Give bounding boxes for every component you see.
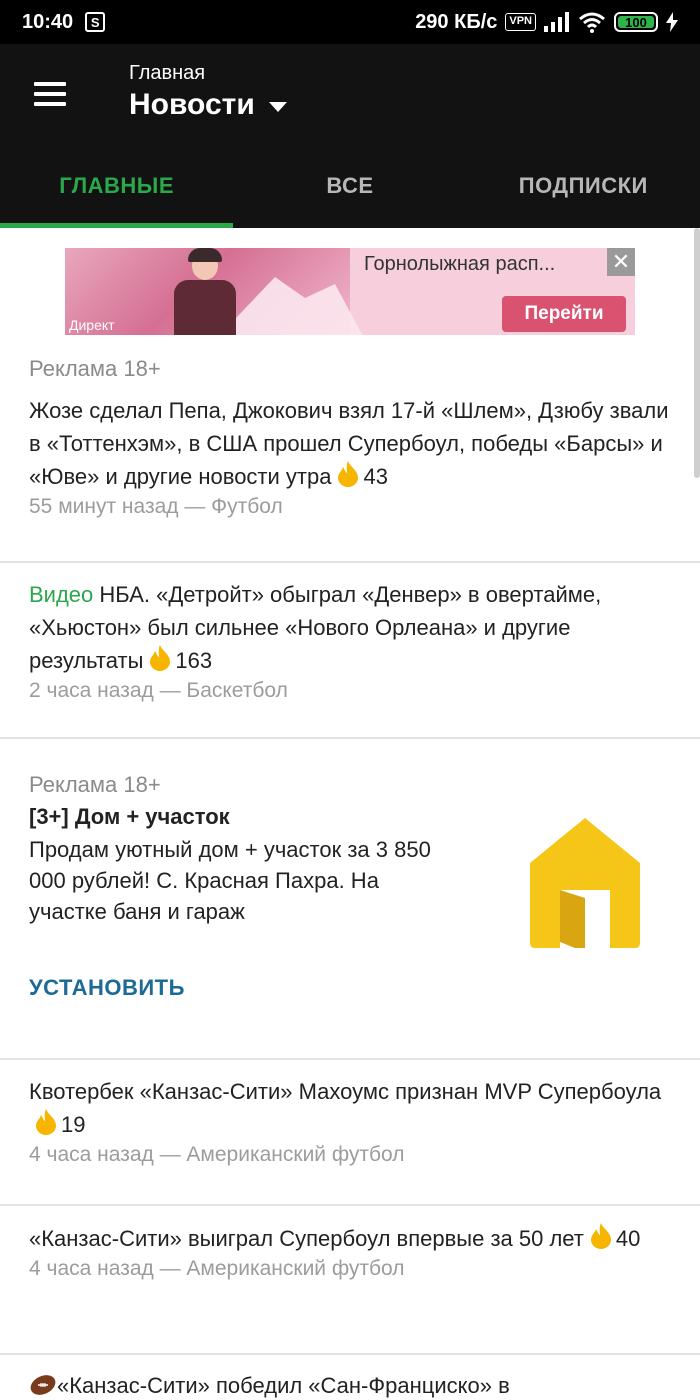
news-headline: «Канзас-Сити» выиграл Супербоул впервые … [29, 1222, 671, 1255]
close-icon[interactable]: ✕ [607, 248, 635, 276]
vpn-icon: VPN [505, 13, 536, 31]
status-time: 10:40 [22, 10, 74, 33]
divider [0, 1204, 700, 1206]
news-headline: Жозе сделал Пепа, Джокович взял 17-й «Шл… [29, 394, 671, 493]
reactions-count: 19 [61, 1112, 86, 1137]
video-label: Видео [29, 582, 94, 607]
tab-main[interactable]: ГЛАВНЫЕ [0, 144, 234, 228]
headline-text: «Канзас-Сити» победил «Сан-Франциско» в [57, 1373, 510, 1398]
install-button[interactable]: УСТАНОВИТЬ [29, 975, 671, 1001]
divider [0, 737, 700, 739]
news-headline: Видео НБА. «Детройт» обыграл «Денвер» в … [29, 578, 671, 677]
ad-source-label: Директ [69, 317, 115, 333]
header-subtitle: Главная [129, 62, 206, 84]
wifi-icon [579, 12, 605, 33]
network-speed: 290 КБ/с [415, 10, 498, 33]
section-dropdown[interactable]: Новости [129, 88, 287, 122]
news-meta: 4 часа назад — Американский футбол [29, 1143, 405, 1166]
divider [0, 1353, 700, 1355]
reactions-count: 40 [615, 1226, 641, 1251]
news-headline: Квотербек «Канзас-Сити» Махоумс признан … [29, 1075, 671, 1141]
divider [0, 1058, 700, 1060]
reactions-count: 43 [363, 464, 388, 489]
sim-icon: S [85, 12, 106, 32]
app-header: Главная Новости ГЛАВНЫЕ ВСЕ ПОДПИСКИ [0, 44, 700, 228]
divider [0, 561, 700, 563]
reactions-count: 163 [175, 648, 213, 673]
banner-text: Горнолыжная расп... [364, 253, 556, 275]
status-bar: 10:40 S 290 КБ/с VPN 100 [0, 0, 700, 44]
chevron-down-icon [268, 102, 287, 112]
tab-all[interactable]: ВСЕ [233, 144, 466, 228]
news-item[interactable]: Квотербек «Канзас-Сити» Махоумс признан … [0, 1075, 700, 1167]
tab-subscriptions[interactable]: ПОДПИСКИ [467, 144, 700, 228]
news-item[interactable]: Реклама 18+ Жозе сделал Пепа, Джокович в… [0, 356, 700, 519]
ad-label: Реклама 18+ [29, 356, 161, 381]
banner-ad[interactable]: Директ Горнолыжная расп... Перейти ✕ [65, 248, 635, 335]
charging-icon [666, 12, 678, 32]
ad-label: Реклама 18+ [29, 772, 161, 797]
fire-icon [36, 1109, 56, 1135]
house-logo-icon [530, 818, 640, 948]
news-meta: 4 часа назад — Американский футбол [29, 1257, 405, 1280]
headline-text: «Канзас-Сити» выиграл Супербоул впервые … [29, 1226, 584, 1251]
news-meta: 2 часа назад — Баскетбол [29, 679, 288, 702]
news-item[interactable]: Видео НБА. «Детройт» обыграл «Денвер» в … [0, 578, 700, 703]
battery-level: 100 [625, 14, 647, 30]
fire-icon [590, 1223, 611, 1249]
news-item[interactable]: «Канзас-Сити» выиграл Супербоул впервые … [0, 1222, 700, 1281]
news-headline: «Канзас-Сити» победил «Сан-Франциско» в [29, 1369, 671, 1400]
header-title: Новости [129, 88, 255, 121]
menu-icon[interactable] [34, 82, 66, 106]
banner-image: Директ [65, 248, 365, 335]
ad-description: Продам уютный дом + участок за 3 850 000… [29, 837, 431, 924]
news-meta: 55 минут назад — Футбол [29, 495, 283, 518]
fire-icon [150, 645, 171, 671]
american-football-icon [30, 1375, 56, 1395]
headline-text: Квотербек «Канзас-Сити» Махоумс признан … [29, 1079, 662, 1104]
signal-icon [544, 12, 569, 32]
battery-icon: 100 [614, 12, 658, 32]
news-item[interactable]: «Канзас-Сити» победил «Сан-Франциско» в [0, 1369, 700, 1400]
fire-icon [338, 461, 359, 487]
tab-bar: ГЛАВНЫЕ ВСЕ ПОДПИСКИ [0, 144, 700, 228]
banner-go-button[interactable]: Перейти [502, 296, 626, 332]
headline-text: НБА. «Детройт» обыграл «Денвер» в оверта… [29, 582, 602, 673]
